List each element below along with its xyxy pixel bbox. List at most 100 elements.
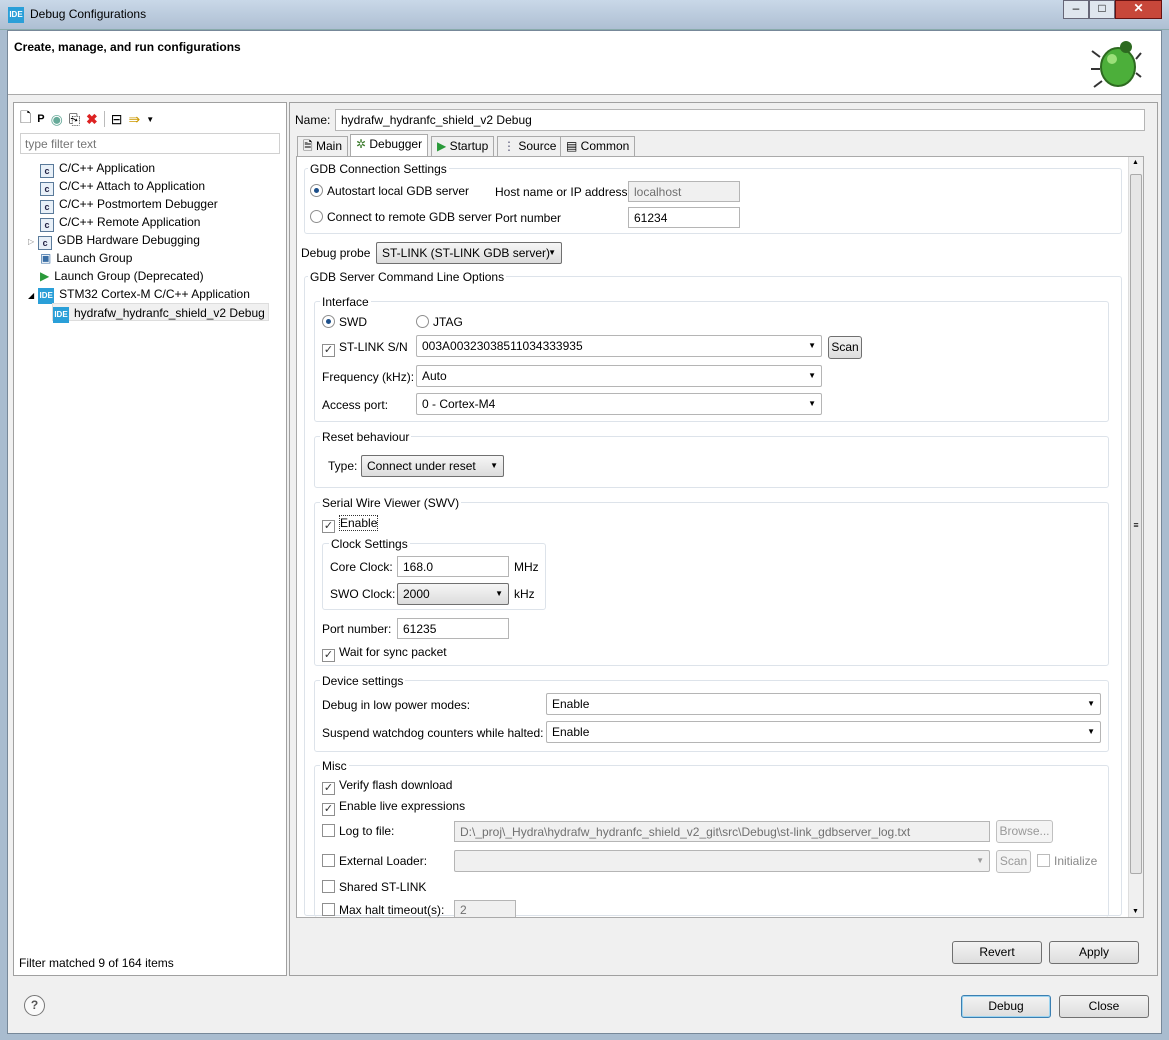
- port-label: Port number: [495, 211, 562, 225]
- delete-icon[interactable]: ✖: [86, 111, 98, 128]
- help-icon[interactable]: ?: [24, 995, 45, 1016]
- maximize-button[interactable]: □: [1089, 0, 1115, 19]
- tree-item[interactable]: ▣ Launch Group: [40, 249, 132, 267]
- document-icon: 🗎: [303, 139, 316, 153]
- duplicate-icon[interactable]: ⎘: [69, 111, 80, 128]
- browse-button[interactable]: Browse...: [996, 820, 1053, 843]
- tree-item-label: GDB Hardware Debugging: [57, 233, 200, 247]
- wait-sync-checkbox[interactable]: ✓ Wait for sync packet: [322, 645, 447, 662]
- swo-clock-label: SWO Clock:: [330, 587, 396, 601]
- ide-icon: IDE: [53, 307, 69, 323]
- group-title: Reset behaviour: [320, 430, 412, 444]
- tree-item[interactable]: ▶ Launch Group (Deprecated): [40, 267, 204, 285]
- tree-item[interactable]: ▷ c GDB Hardware Debugging: [28, 231, 200, 250]
- tree-item-label: C/C++ Attach to Application: [59, 179, 206, 193]
- c-icon: c: [40, 164, 54, 178]
- remote-radio[interactable]: Connect to remote GDB server: [310, 210, 492, 224]
- loader-scan-button[interactable]: Scan: [996, 850, 1031, 873]
- initialize-checkbox[interactable]: Initialize: [1037, 854, 1097, 868]
- dropdown-icon[interactable]: ▼: [146, 115, 154, 124]
- configuration-tree: c C/C++ Application c C/C++ Attach to Appl…: [28, 159, 278, 389]
- c-icon: c: [40, 200, 54, 214]
- frequency-select[interactable]: Auto: [416, 365, 822, 387]
- low-power-select[interactable]: Enable: [546, 693, 1101, 715]
- core-clock-unit: MHz: [514, 560, 539, 574]
- live-expressions-checkbox[interactable]: ✓ Enable live expressions: [322, 799, 465, 816]
- tree-item[interactable]: c C/C++ Attach to Application: [40, 177, 206, 196]
- group-title: Interface: [320, 295, 371, 309]
- verify-flash-checkbox[interactable]: ✓ Verify flash download: [322, 778, 452, 795]
- tree-item-label: hydrafw_hydranfc_shield_v2 Debug: [74, 306, 265, 320]
- watchdog-select[interactable]: Enable: [546, 721, 1101, 743]
- filter-icon[interactable]: ⇛: [129, 111, 141, 128]
- vertical-scrollbar[interactable]: ≡ ▲ ▼: [1128, 157, 1143, 917]
- watchdog-label: Suspend watchdog counters while halted:: [322, 726, 544, 740]
- new-configuration-icon[interactable]: 🗋: [20, 107, 31, 131]
- tree-item-selected[interactable]: IDE hydrafw_hydranfc_shield_v2 Debug: [52, 303, 269, 323]
- group-title: Device settings: [320, 674, 406, 688]
- scrollbar-thumb[interactable]: ≡: [1130, 174, 1142, 874]
- minimize-button[interactable]: –: [1063, 0, 1089, 19]
- external-loader-checkbox[interactable]: External Loader:: [322, 854, 427, 868]
- host-input[interactable]: localhost: [628, 181, 740, 202]
- tab-debugger[interactable]: ✲ Debugger: [350, 134, 429, 157]
- tree-item-label: C/C++ Remote Application: [59, 215, 201, 229]
- max-halt-input[interactable]: 2: [454, 900, 516, 917]
- new-prototype-icon[interactable]: P: [37, 113, 44, 125]
- log-file-input[interactable]: D:\_proj\_Hydra\hydrafw_hydranfc_shield_…: [454, 821, 990, 842]
- tree-item[interactable]: c C/C++ Postmortem Debugger: [40, 195, 218, 214]
- title-bar: IDE Debug Configurations – □ ✕: [0, 0, 1169, 30]
- autostart-radio[interactable]: Autostart local GDB server: [310, 184, 469, 198]
- frequency-label: Frequency (kHz):: [322, 370, 415, 384]
- c-icon: c: [40, 182, 54, 196]
- collapse-icon[interactable]: ◢: [28, 291, 34, 300]
- c-icon: c: [40, 218, 54, 232]
- core-clock-input[interactable]: 168.0: [397, 556, 509, 577]
- tab-source[interactable]: ⋮ Source: [497, 136, 563, 156]
- revert-button[interactable]: Revert: [952, 941, 1042, 964]
- export-icon[interactable]: ◉: [51, 111, 63, 128]
- play-icon: ▶: [437, 139, 450, 153]
- tree-item-label: STM32 Cortex-M C/C++ Application: [59, 287, 250, 301]
- host-label: Host name or IP address: [495, 185, 628, 199]
- swv-port-input[interactable]: 61235: [397, 618, 509, 639]
- tab-main[interactable]: 🗎 Main: [297, 136, 348, 156]
- name-input[interactable]: hydrafw_hydranfc_shield_v2 Debug: [335, 109, 1145, 131]
- tree-item-label: Launch Group (Deprecated): [54, 269, 204, 283]
- swd-radio[interactable]: SWD: [322, 315, 367, 329]
- stlink-sn-checkbox[interactable]: ✓ ST-LINK S/N: [322, 340, 408, 357]
- close-window-button[interactable]: ✕: [1115, 0, 1162, 19]
- filter-input[interactable]: [20, 133, 280, 154]
- scroll-up-icon[interactable]: ▲: [1132, 159, 1139, 166]
- stlink-sn-select[interactable]: 003A00323038511034333935: [416, 335, 822, 357]
- access-port-select[interactable]: 0 - Cortex-M4: [416, 393, 822, 415]
- swo-clock-select[interactable]: 2000: [397, 583, 509, 605]
- tree-item[interactable]: c C/C++ Application: [40, 159, 156, 178]
- ide-icon: IDE: [38, 288, 55, 304]
- tab-startup[interactable]: ▶ Startup: [431, 136, 495, 156]
- external-loader-select[interactable]: [454, 850, 990, 872]
- debug-probe-label: Debug probe: [301, 246, 371, 260]
- reset-type-select[interactable]: Connect under reset: [361, 455, 504, 477]
- tree-item[interactable]: ◢ IDE STM32 Cortex-M C/C++ Application: [28, 285, 250, 304]
- collapse-all-icon[interactable]: ⊟: [111, 111, 123, 128]
- log-to-file-checkbox[interactable]: Log to file:: [322, 824, 394, 838]
- scroll-down-icon[interactable]: ▼: [1132, 908, 1139, 915]
- tab-common[interactable]: ▤ Common: [560, 136, 636, 156]
- debug-button[interactable]: Debug: [961, 995, 1051, 1018]
- bug-icon: ✲: [356, 137, 370, 151]
- scan-button[interactable]: Scan: [828, 336, 862, 359]
- tree-item-label: C/C++ Application: [59, 161, 156, 175]
- apply-button[interactable]: Apply: [1049, 941, 1139, 964]
- max-halt-checkbox[interactable]: Max halt timeout(s):: [322, 903, 444, 917]
- configuration-list-panel: 🗋 P ◉ ⎘ ✖ ⊟ ⇛ ▼ c C/C++ Application c C/C+…: [13, 102, 287, 976]
- jtag-radio[interactable]: JTAG: [416, 315, 463, 329]
- swv-enable-checkbox[interactable]: ✓ Enable: [322, 515, 379, 533]
- debug-probe-select[interactable]: ST-LINK (ST-LINK GDB server): [376, 242, 562, 264]
- port-input[interactable]: 61234: [628, 207, 740, 228]
- expand-icon[interactable]: ▷: [28, 237, 34, 246]
- bug-icon: [1090, 37, 1142, 89]
- tree-item[interactable]: c C/C++ Remote Application: [40, 213, 201, 232]
- close-button[interactable]: Close: [1059, 995, 1149, 1018]
- shared-stlink-checkbox[interactable]: Shared ST-LINK: [322, 880, 426, 894]
